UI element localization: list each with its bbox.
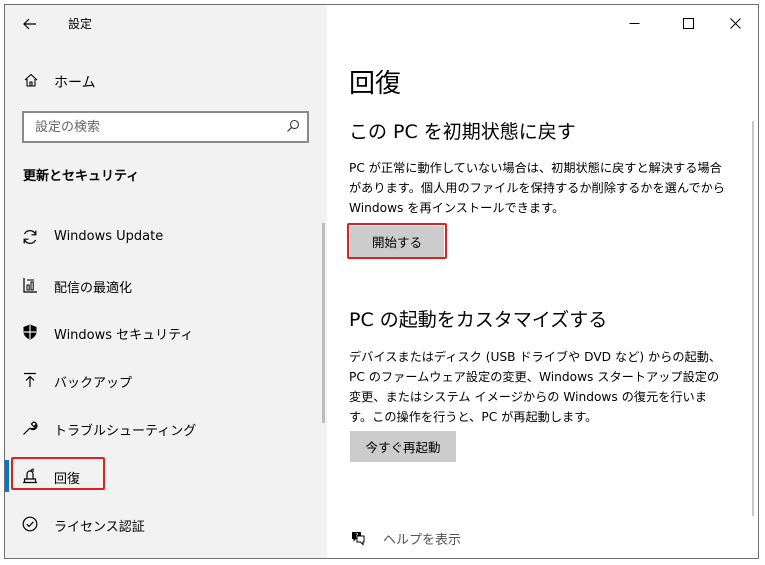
get-started-button[interactable]: 開始する: [350, 226, 444, 257]
check-circle-icon: [22, 516, 38, 532]
shield-icon: [23, 324, 37, 340]
reset-description: PC が正常に動作していない場合は、初期状態に戻すと解決する場合があります。個人…: [349, 161, 725, 215]
sidebar-item-label: バックアップ: [54, 376, 133, 391]
home-label: ホーム: [54, 75, 96, 91]
sidebar-item-delivery-optimization[interactable]: 配信の最適化: [5, 265, 327, 305]
restart-now-button[interactable]: 今すぐ再起動: [350, 431, 456, 462]
back-button[interactable]: [17, 13, 43, 35]
main-content: 回復 この PC を初期状態に戻す PC が正常に動作していない場合は、初期状態…: [327, 5, 758, 558]
content-scrollbar[interactable]: [752, 121, 754, 516]
search-input[interactable]: [24, 113, 274, 141]
back-arrow-icon: [23, 18, 36, 30]
sidebar-item-activation[interactable]: ライセンス認証: [5, 504, 327, 544]
settings-window: 設定 ホーム 更新とセキュリティ Windows Update: [4, 4, 759, 559]
sidebar-scrollbar[interactable]: [322, 223, 325, 423]
minimize-button[interactable]: [611, 5, 657, 41]
sidebar-item-label: 配信の最適化: [54, 281, 133, 296]
search-box[interactable]: [22, 111, 309, 143]
sidebar-item-label: トラブルシューティング: [54, 424, 197, 439]
sidebar-item-troubleshoot[interactable]: トラブルシューティング: [5, 408, 327, 448]
search-icon[interactable]: [286, 119, 300, 133]
sidebar-item-recovery[interactable]: 回復: [5, 456, 327, 496]
help-chat-icon: ?: [352, 532, 365, 546]
reset-heading: この PC を初期状態に戻す: [349, 121, 576, 143]
section-title: 更新とセキュリティ: [23, 169, 140, 184]
maximize-icon: [682, 17, 694, 29]
page-title: 回復: [349, 69, 402, 99]
sidebar-item-label: ライセンス認証: [54, 520, 145, 535]
sidebar: 設定 ホーム 更新とセキュリティ Windows Update: [5, 5, 327, 558]
wrench-icon: [23, 421, 38, 435]
sidebar-item-windows-update[interactable]: Windows Update: [5, 217, 327, 257]
sidebar-item-backup[interactable]: バックアップ: [5, 360, 327, 400]
sidebar-item-label: Windows Update: [54, 229, 164, 244]
close-icon: [729, 17, 741, 29]
title-bar: 設定: [5, 5, 327, 43]
svg-text:?: ?: [355, 533, 358, 540]
minimize-icon: [629, 22, 639, 24]
maximize-button[interactable]: [665, 5, 711, 41]
delivery-optimization-icon: [23, 278, 37, 293]
sync-icon: [23, 230, 37, 244]
help-label: ヘルプを表示: [383, 533, 462, 548]
close-button[interactable]: [712, 5, 758, 41]
recovery-icon: [23, 468, 37, 484]
backup-arrow-icon: [24, 372, 36, 387]
app-title: 設定: [68, 17, 93, 31]
selection-indicator: [5, 460, 9, 492]
advanced-startup-description: デバイスまたはディスク (USB ドライブや DVD など) からの起動、PC …: [349, 350, 722, 424]
home-icon: [24, 73, 38, 87]
sidebar-item-label: 回復: [54, 472, 81, 487]
sidebar-item-windows-security[interactable]: Windows セキュリティ: [5, 312, 327, 352]
sidebar-item-label: Windows セキュリティ: [54, 328, 194, 343]
home-nav[interactable]: ホーム: [5, 65, 327, 95]
advanced-startup-heading: PC の起動をカスタマイズする: [349, 309, 608, 331]
